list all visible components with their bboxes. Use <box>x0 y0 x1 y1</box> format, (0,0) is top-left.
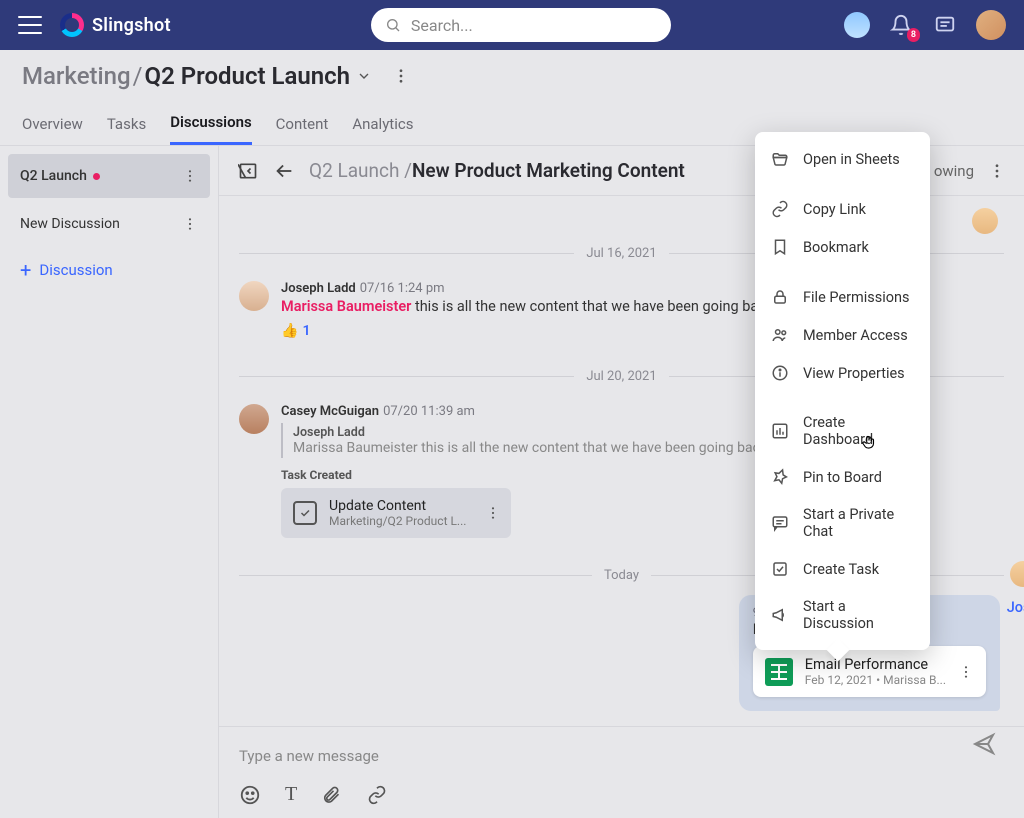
format-button[interactable]: T <box>285 783 297 806</box>
back-button[interactable] <box>273 160 295 182</box>
collapse-sidebar-button[interactable] <box>237 160 259 182</box>
menu-start-discussion[interactable]: Start a Discussion <box>755 588 930 642</box>
task-more-button[interactable] <box>485 505 501 521</box>
attach-button[interactable] <box>321 784 341 806</box>
lock-icon <box>771 288 789 306</box>
thread-crumb-current: New Product Marketing Content <box>412 159 685 182</box>
message-avatar[interactable] <box>239 281 269 311</box>
send-button[interactable] <box>972 732 996 756</box>
plus-icon: + <box>20 260 31 280</box>
workspace-header: Marketing / Q2 Product Launch <box>0 50 1024 102</box>
thread-more-button[interactable] <box>988 162 1006 180</box>
add-discussion-button[interactable]: + Discussion <box>8 250 210 290</box>
sidebar-item-q2-launch[interactable]: Q2 Launch <box>8 154 210 198</box>
sidebar-item-label: New Discussion <box>20 216 120 232</box>
link-icon <box>771 200 789 218</box>
chat-icon <box>771 514 789 532</box>
task-subtitle: Marketing/Q2 Product L... <box>329 514 466 528</box>
menu-member-access[interactable]: Member Access <box>755 316 930 354</box>
tab-overview[interactable]: Overview <box>22 104 83 144</box>
workspace-more-button[interactable] <box>392 67 410 85</box>
thread-crumb-parent[interactable]: Q2 Launch <box>309 159 399 182</box>
notifications-button[interactable]: 8 <box>888 12 914 38</box>
menu-view-properties[interactable]: View Properties <box>755 354 930 392</box>
attachment-more-button[interactable] <box>958 664 974 680</box>
breadcrumb-parent[interactable]: Marketing <box>22 62 131 90</box>
info-icon <box>771 364 789 382</box>
task-title: Update Content <box>329 498 466 514</box>
folder-open-icon <box>771 150 789 168</box>
following-label[interactable]: owing <box>934 162 974 180</box>
mention[interactable]: Marissa Baumeister <box>281 298 411 315</box>
menu-open-in-sheets[interactable]: Open in Sheets <box>755 140 930 178</box>
message-composer: Type a new message T <box>219 726 1024 818</box>
breadcrumb-separator: / <box>133 62 143 90</box>
sidebar-item-more-button[interactable] <box>182 168 198 184</box>
dashboard-icon <box>771 422 789 440</box>
task-icon <box>293 501 317 525</box>
people-icon <box>771 326 789 344</box>
attachment-title: Email Performance <box>805 656 946 673</box>
message-author[interactable]: Joseph Ladd <box>1007 599 1024 616</box>
emoji-button[interactable] <box>239 784 261 806</box>
megaphone-icon <box>771 606 789 624</box>
compose-input[interactable]: Type a new message <box>239 741 1004 783</box>
app-logo[interactable]: Slingshot <box>60 13 171 37</box>
app-header: Slingshot Search... 8 <box>0 0 1024 50</box>
tab-content[interactable]: Content <box>276 104 329 144</box>
message-time: 07/20 11:39 am <box>383 404 475 419</box>
breadcrumb-current[interactable]: Q2 Product Launch <box>145 62 351 90</box>
chevron-down-icon[interactable] <box>356 68 372 84</box>
reaction-thumbs-up[interactable]: 👍 1 <box>281 323 310 339</box>
link-button[interactable] <box>365 785 389 805</box>
reaction-count: 1 <box>302 323 310 339</box>
search-input[interactable]: Search... <box>371 8 671 42</box>
tab-analytics[interactable]: Analytics <box>352 104 413 144</box>
profile-avatar[interactable] <box>976 10 1006 40</box>
task-card[interactable]: Update Content Marketing/Q2 Product L... <box>281 488 511 538</box>
menu-private-chat[interactable]: Start a Private Chat <box>755 496 930 550</box>
message-avatar[interactable] <box>239 404 269 434</box>
message-author: Joseph Ladd <box>281 281 356 296</box>
menu-file-permissions[interactable]: File Permissions <box>755 278 930 316</box>
attachment-subtitle: Feb 12, 2021 • Marissa B... <box>805 673 946 687</box>
thumbs-up-icon: 👍 <box>281 323 298 339</box>
add-discussion-label: Discussion <box>39 261 112 279</box>
hamburger-menu-icon[interactable] <box>18 16 42 34</box>
messages-button[interactable] <box>932 12 958 38</box>
menu-bookmark[interactable]: Bookmark <box>755 228 930 266</box>
search-icon <box>385 17 401 33</box>
menu-copy-link[interactable]: Copy Link <box>755 190 930 228</box>
presence-avatar[interactable] <box>844 12 870 38</box>
menu-create-task[interactable]: Create Task <box>755 550 930 588</box>
logo-mark-icon <box>60 13 84 37</box>
search-placeholder: Search... <box>411 16 473 35</box>
message-time: 07/16 1:24 pm <box>360 281 445 296</box>
unread-indicator-icon <box>93 173 100 180</box>
notification-badge: 8 <box>907 28 920 42</box>
brand-name: Slingshot <box>92 15 171 36</box>
discussions-sidebar: Q2 Launch New Discussion + Discussion <box>0 146 218 818</box>
pin-icon <box>771 468 789 486</box>
message-avatar[interactable] <box>1010 561 1024 587</box>
tab-tasks[interactable]: Tasks <box>107 104 146 144</box>
task-icon <box>771 560 789 578</box>
thread-breadcrumb: Q2 Launch /New Product Marketing Content <box>309 159 685 182</box>
menu-create-dashboard[interactable]: Create Dashboard <box>755 404 930 458</box>
chat-icon <box>934 14 956 36</box>
message-author: Casey McGuigan <box>281 404 379 419</box>
menu-pin-to-board[interactable]: Pin to Board <box>755 458 930 496</box>
sheets-icon <box>765 658 793 686</box>
participant-avatar[interactable] <box>972 208 998 234</box>
sidebar-item-more-button[interactable] <box>182 216 198 232</box>
attachment-context-menu: Open in Sheets Copy Link Bookmark File P… <box>755 132 930 650</box>
sidebar-item-label: Q2 Launch <box>20 168 87 184</box>
sidebar-item-new-discussion[interactable]: New Discussion <box>8 202 210 246</box>
bookmark-icon <box>771 238 789 256</box>
attachment-card[interactable]: Email Performance Feb 12, 2021 • Marissa… <box>753 646 986 697</box>
tab-discussions[interactable]: Discussions <box>170 102 251 145</box>
